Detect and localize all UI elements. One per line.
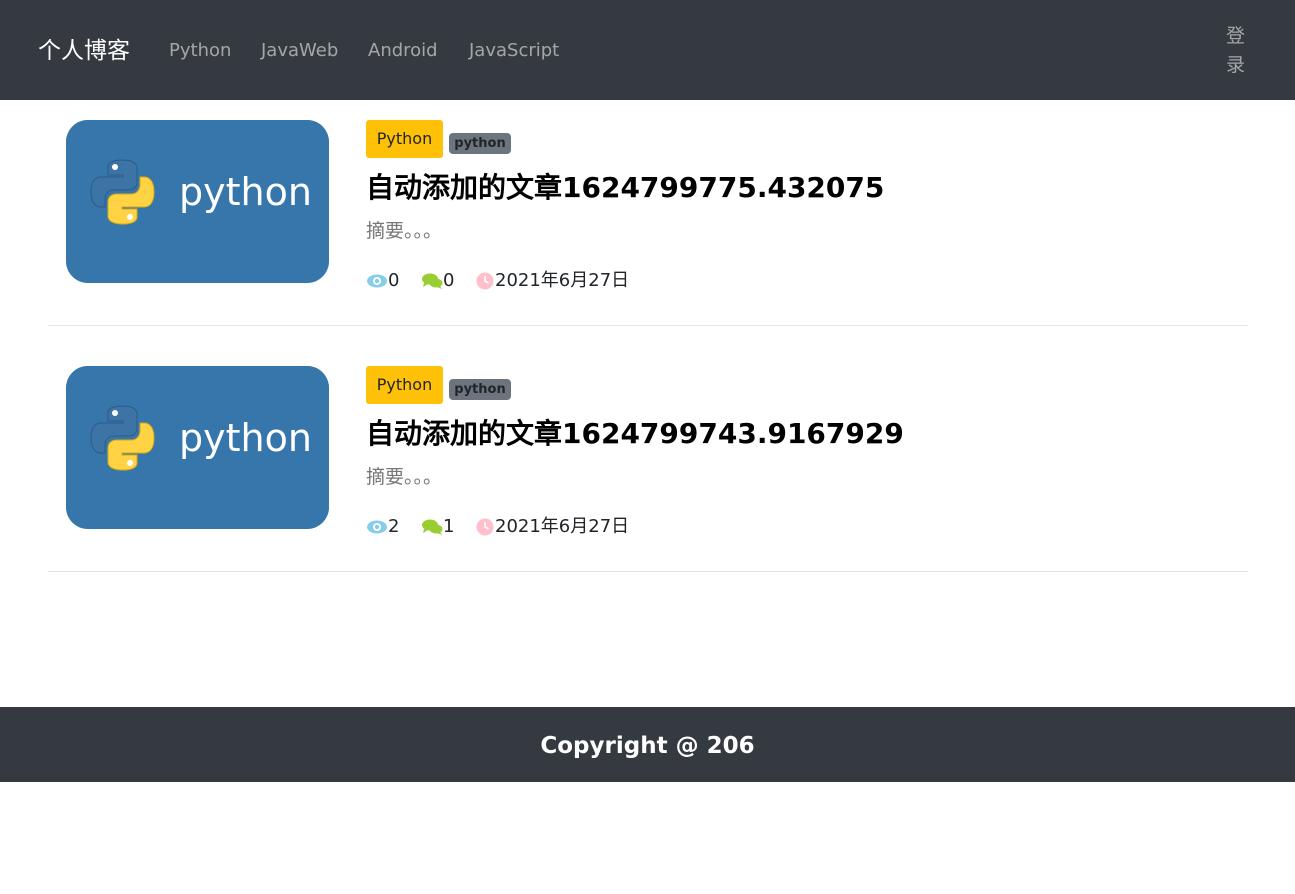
brand-logo-link[interactable]: 个人博客	[38, 34, 130, 68]
nav-link-android[interactable]: Android	[368, 38, 438, 64]
thumbnail-text: python	[179, 416, 312, 460]
clock-icon	[476, 518, 494, 536]
comments-value: 0	[443, 270, 455, 291]
article-summary: 摘要。。。	[366, 220, 443, 242]
article-thumbnail[interactable]: python	[66, 366, 329, 529]
article-summary: 摘要。。。	[366, 466, 443, 488]
article-item: python Python python 自动添加的文章1624799775.4…	[48, 110, 1248, 326]
tag-badge[interactable]: python	[449, 133, 511, 154]
eye-icon	[367, 520, 387, 534]
python-logo-icon: python	[66, 366, 329, 529]
article-thumbnail[interactable]: python	[66, 120, 329, 283]
views-value: 2	[388, 516, 400, 537]
date-value: 2021年6月27日	[495, 516, 630, 537]
top-navbar: 个人博客 Python JavaWeb Android JavaScript 登…	[0, 0, 1295, 100]
category-badge[interactable]: Python	[366, 120, 443, 158]
nav-link-javaweb[interactable]: JavaWeb	[261, 38, 338, 64]
article-item: python Python python 自动添加的文章1624799743.9…	[48, 356, 1248, 572]
views-value: 0	[388, 270, 400, 291]
comments-icon	[422, 519, 443, 535]
page-footer: Copyright @ 206	[0, 707, 1295, 782]
eye-icon	[367, 274, 387, 288]
comments-value: 1	[443, 516, 455, 537]
python-logo-icon: python	[66, 120, 329, 283]
article-title[interactable]: 自动添加的文章1624799775.432075	[366, 169, 884, 207]
nav-link-javascript[interactable]: JavaScript	[469, 38, 559, 64]
tag-badge[interactable]: python	[449, 379, 511, 400]
login-link[interactable]: 登录	[1226, 22, 1250, 80]
copyright-text: Copyright @ 206	[540, 733, 755, 759]
date-value: 2021年6月27日	[495, 270, 630, 291]
thumbnail-text: python	[179, 170, 312, 214]
article-title[interactable]: 自动添加的文章1624799743.9167929	[366, 415, 904, 453]
comments-icon	[422, 273, 443, 289]
category-badge[interactable]: Python	[366, 366, 443, 404]
nav-link-python[interactable]: Python	[169, 38, 231, 64]
clock-icon	[476, 272, 494, 290]
